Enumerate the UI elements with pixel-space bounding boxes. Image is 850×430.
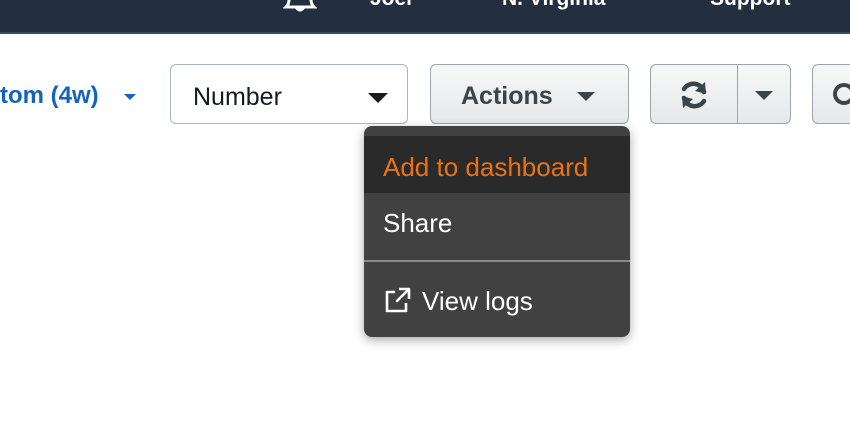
- menu-item-view-logs[interactable]: View logs: [364, 271, 630, 331]
- menu-divider: [364, 260, 630, 262]
- support-menu[interactable]: Support: [710, 0, 790, 11]
- menu-item-add-to-dashboard[interactable]: Add to dashboard: [364, 136, 630, 193]
- actions-button-label: Actions: [461, 82, 553, 110]
- time-period-selector[interactable]: tom (4w): [0, 82, 136, 110]
- bell-icon[interactable]: [283, 0, 317, 12]
- external-link-icon: [385, 287, 411, 313]
- menu-item-view-logs-label: View logs: [422, 286, 533, 316]
- caret-down-icon: [755, 91, 773, 100]
- settings-button[interactable]: [812, 64, 850, 124]
- gear-icon: [833, 83, 850, 105]
- actions-button[interactable]: Actions: [430, 64, 629, 124]
- user-menu[interactable]: Joel: [370, 0, 412, 11]
- region-menu[interactable]: N. Virginia: [502, 0, 605, 11]
- refresh-icon: [681, 81, 707, 109]
- top-navigation-bar: Joel N. Virginia Support: [0, 0, 850, 34]
- caret-down-icon: [368, 93, 388, 103]
- caret-down-icon: [577, 92, 595, 101]
- caret-down-icon: [124, 94, 136, 100]
- refresh-button[interactable]: [650, 64, 738, 124]
- actions-dropdown-menu: Add to dashboard Share View logs: [364, 126, 630, 337]
- time-period-label: tom (4w): [0, 82, 99, 109]
- menu-item-share[interactable]: Share: [364, 193, 630, 253]
- refresh-options-button[interactable]: [737, 64, 791, 124]
- view-type-value: Number: [193, 83, 282, 111]
- view-type-select[interactable]: Number: [170, 64, 408, 124]
